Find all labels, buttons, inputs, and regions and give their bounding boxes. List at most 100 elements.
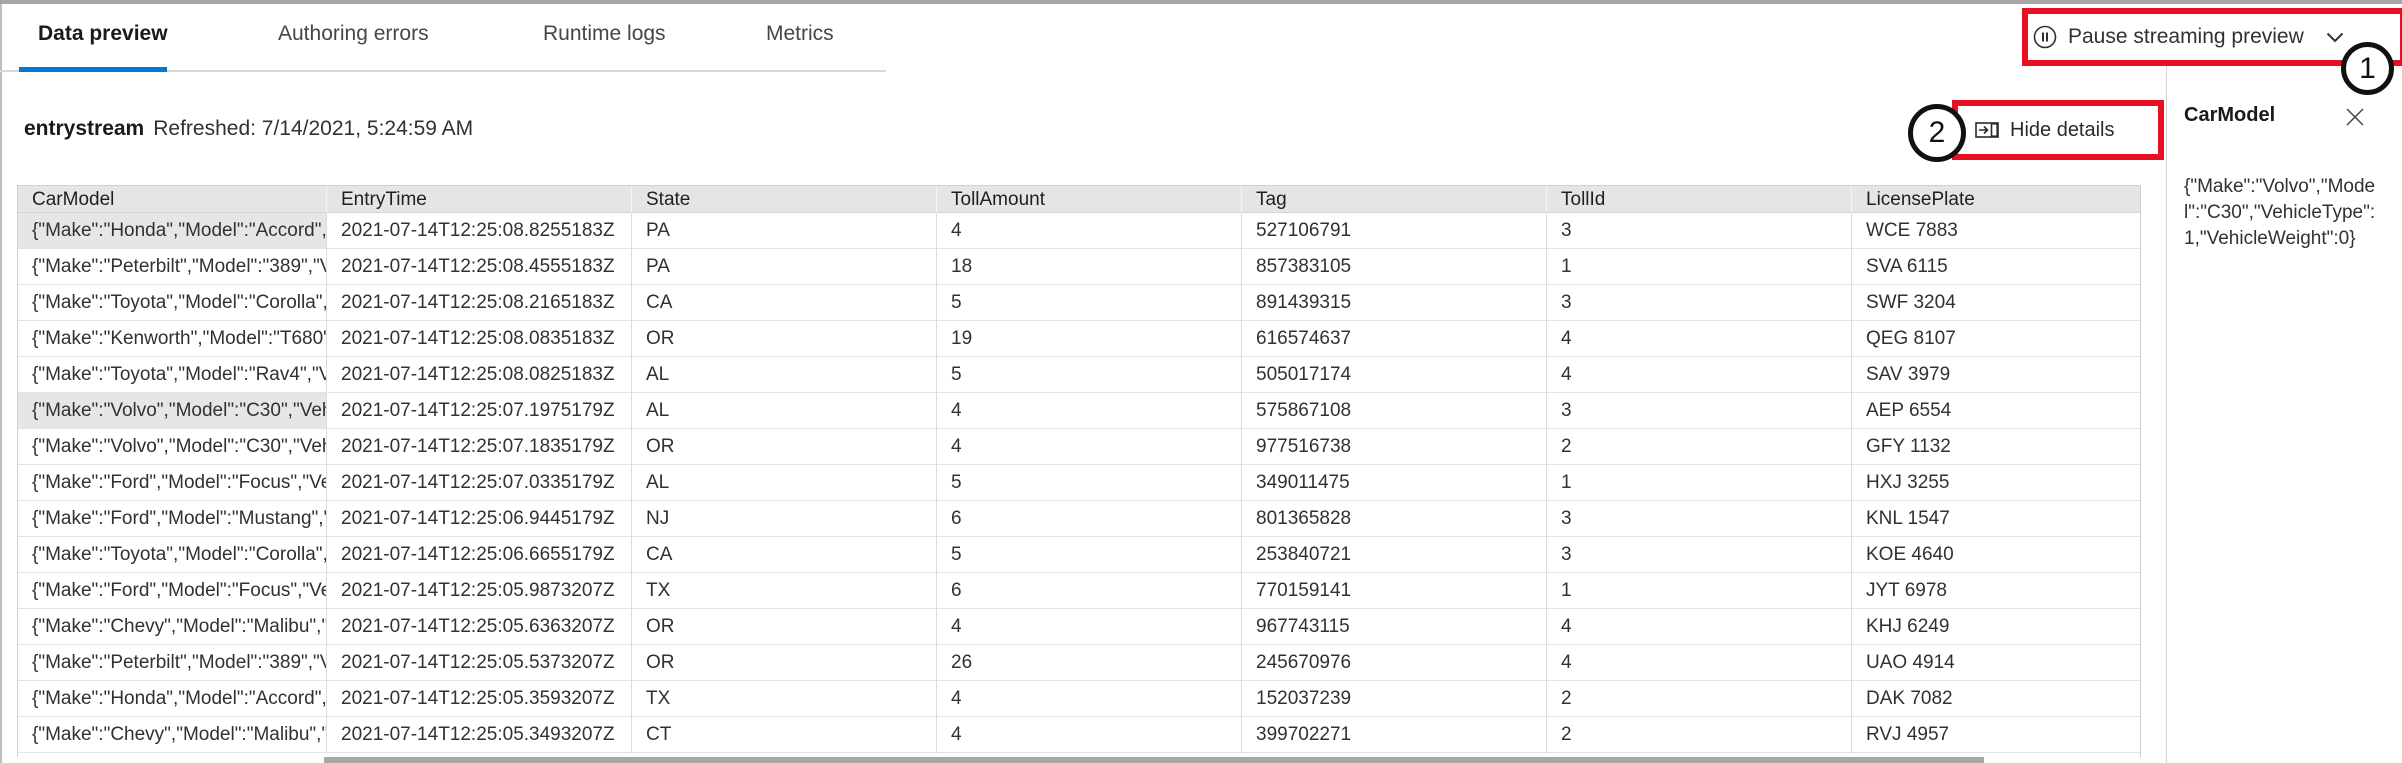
table-row[interactable]: {"Make":"Volvo","Model":"C30","Veh2021-0…: [18, 393, 2140, 429]
table-cell[interactable]: 2021-07-14T12:25:08.8255183Z: [327, 213, 632, 249]
table-row[interactable]: {"Make":"Volvo","Model":"C30","Veh2021-0…: [18, 429, 2140, 465]
table-cell[interactable]: 2: [1547, 681, 1852, 717]
table-row[interactable]: {"Make":"Kenworth","Model":"T680",2021-0…: [18, 321, 2140, 357]
table-cell[interactable]: 5: [937, 357, 1242, 393]
table-cell[interactable]: OR: [632, 609, 937, 645]
table-cell[interactable]: 3: [1547, 213, 1852, 249]
table-cell[interactable]: 4: [1547, 321, 1852, 357]
table-cell[interactable]: 4: [937, 429, 1242, 465]
table-cell[interactable]: 4: [937, 609, 1242, 645]
table-cell[interactable]: 2021-07-14T12:25:05.3493207Z: [327, 717, 632, 753]
table-row[interactable]: {"Make":"Toyota","Model":"Corolla","2021…: [18, 537, 2140, 573]
table-row[interactable]: {"Make":"Ford","Model":"Focus","Veh2021-…: [18, 573, 2140, 609]
table-cell[interactable]: AL: [632, 465, 937, 501]
tab-authoring-errors[interactable]: Authoring errors: [278, 22, 429, 46]
table-cell[interactable]: 245670976: [1242, 645, 1547, 681]
table-cell[interactable]: 891439315: [1242, 285, 1547, 321]
table-row[interactable]: {"Make":"Chevy","Model":"Malibu","V2021-…: [18, 609, 2140, 645]
table-cell[interactable]: 19: [937, 321, 1242, 357]
table-cell[interactable]: 4: [937, 717, 1242, 753]
table-cell[interactable]: 2021-07-14T12:25:08.0835183Z: [327, 321, 632, 357]
table-cell[interactable]: 6: [937, 573, 1242, 609]
table-cell[interactable]: KHJ 6249: [1852, 609, 2140, 645]
table-cell[interactable]: 152037239: [1242, 681, 1547, 717]
table-cell[interactable]: {"Make":"Ford","Model":"Focus","Veh: [18, 465, 327, 501]
table-cell[interactable]: NJ: [632, 501, 937, 537]
table-cell[interactable]: 399702271: [1242, 717, 1547, 753]
hide-details-button[interactable]: Hide details: [1958, 106, 2158, 154]
table-cell[interactable]: JYT 6978: [1852, 573, 2140, 609]
table-cell[interactable]: 4: [1547, 609, 1852, 645]
table-cell[interactable]: OR: [632, 645, 937, 681]
table-cell[interactable]: 4: [937, 681, 1242, 717]
table-cell[interactable]: TX: [632, 573, 937, 609]
pause-streaming-preview-button[interactable]: Pause streaming preview: [2032, 14, 2392, 60]
table-cell[interactable]: 2021-07-14T12:25:05.9873207Z: [327, 573, 632, 609]
table-row[interactable]: {"Make":"Chevy","Model":"Malibu","V2021-…: [18, 717, 2140, 753]
table-cell[interactable]: {"Make":"Ford","Model":"Focus","Veh: [18, 573, 327, 609]
table-row[interactable]: {"Make":"Peterbilt","Model":"389","V2021…: [18, 645, 2140, 681]
table-row[interactable]: {"Make":"Toyota","Model":"Corolla","2021…: [18, 285, 2140, 321]
table-cell[interactable]: AL: [632, 357, 937, 393]
table-row[interactable]: {"Make":"Toyota","Model":"Rav4","Ve2021-…: [18, 357, 2140, 393]
table-cell[interactable]: 1: [1547, 249, 1852, 285]
table-cell[interactable]: {"Make":"Volvo","Model":"C30","Veh: [18, 429, 327, 465]
table-cell[interactable]: AL: [632, 393, 937, 429]
table-cell[interactable]: 801365828: [1242, 501, 1547, 537]
table-cell[interactable]: CA: [632, 537, 937, 573]
column-header-state[interactable]: State: [632, 186, 937, 213]
table-cell[interactable]: 3: [1547, 285, 1852, 321]
table-cell[interactable]: 770159141: [1242, 573, 1547, 609]
table-cell[interactable]: 2: [1547, 717, 1852, 753]
table-cell[interactable]: 505017174: [1242, 357, 1547, 393]
table-cell[interactable]: 2021-07-14T12:25:07.1975179Z: [327, 393, 632, 429]
table-cell[interactable]: {"Make":"Chevy","Model":"Malibu","V: [18, 717, 327, 753]
table-cell[interactable]: 3: [1547, 501, 1852, 537]
table-cell[interactable]: 3: [1547, 393, 1852, 429]
table-cell[interactable]: 4: [1547, 357, 1852, 393]
table-cell[interactable]: 2021-07-14T12:25:08.0825183Z: [327, 357, 632, 393]
table-cell[interactable]: WCE 7883: [1852, 213, 2140, 249]
table-cell[interactable]: OR: [632, 429, 937, 465]
table-cell[interactable]: 3: [1547, 537, 1852, 573]
table-cell[interactable]: GFY 1132: [1852, 429, 2140, 465]
table-cell[interactable]: {"Make":"Kenworth","Model":"T680",: [18, 321, 327, 357]
table-cell[interactable]: 2021-07-14T12:25:05.5373207Z: [327, 645, 632, 681]
table-cell[interactable]: 5: [937, 285, 1242, 321]
table-cell[interactable]: 5: [937, 465, 1242, 501]
table-cell[interactable]: {"Make":"Peterbilt","Model":"389","V: [18, 249, 327, 285]
column-header-tollid[interactable]: TollId: [1547, 186, 1852, 213]
table-cell[interactable]: 1: [1547, 573, 1852, 609]
table-cell[interactable]: DAK 7082: [1852, 681, 2140, 717]
table-cell[interactable]: SVA 6115: [1852, 249, 2140, 285]
table-row[interactable]: {"Make":"Ford","Model":"Mustang","2021-0…: [18, 501, 2140, 537]
table-cell[interactable]: 2: [1547, 429, 1852, 465]
table-cell[interactable]: 5: [937, 537, 1242, 573]
table-row[interactable]: {"Make":"Honda","Model":"Accord","2021-0…: [18, 213, 2140, 249]
table-cell[interactable]: PA: [632, 213, 937, 249]
table-cell[interactable]: AEP 6554: [1852, 393, 2140, 429]
table-row[interactable]: {"Make":"Ford","Model":"Focus","Veh2021-…: [18, 465, 2140, 501]
table-cell[interactable]: {"Make":"Toyota","Model":"Corolla",": [18, 285, 327, 321]
table-cell[interactable]: {"Make":"Toyota","Model":"Corolla",": [18, 537, 327, 573]
table-cell[interactable]: OR: [632, 321, 937, 357]
table-cell[interactable]: CT: [632, 717, 937, 753]
table-row[interactable]: {"Make":"Peterbilt","Model":"389","V2021…: [18, 249, 2140, 285]
column-header-tollamount[interactable]: TollAmount: [937, 186, 1242, 213]
table-cell[interactable]: {"Make":"Ford","Model":"Mustang",": [18, 501, 327, 537]
tab-metrics[interactable]: Metrics: [766, 22, 834, 46]
column-header-tag[interactable]: Tag: [1242, 186, 1547, 213]
table-cell[interactable]: 2021-07-14T12:25:06.9445179Z: [327, 501, 632, 537]
table-cell[interactable]: 4: [1547, 645, 1852, 681]
table-cell[interactable]: 575867108: [1242, 393, 1547, 429]
table-cell[interactable]: 26: [937, 645, 1242, 681]
table-cell[interactable]: 4: [937, 393, 1242, 429]
table-cell[interactable]: {"Make":"Peterbilt","Model":"389","V: [18, 645, 327, 681]
table-cell[interactable]: 2021-07-14T12:25:07.0335179Z: [327, 465, 632, 501]
table-cell[interactable]: TX: [632, 681, 937, 717]
table-cell[interactable]: UAO 4914: [1852, 645, 2140, 681]
table-cell[interactable]: 977516738: [1242, 429, 1547, 465]
table-cell[interactable]: 857383105: [1242, 249, 1547, 285]
table-cell[interactable]: {"Make":"Toyota","Model":"Rav4","Ve: [18, 357, 327, 393]
table-cell[interactable]: 967743115: [1242, 609, 1547, 645]
